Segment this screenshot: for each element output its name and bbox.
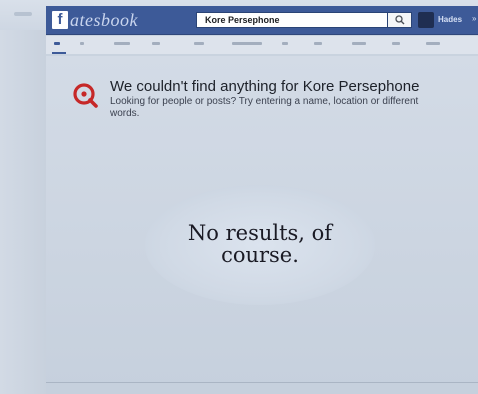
caption-line-2: course. xyxy=(221,243,299,267)
search-filter-tabs xyxy=(46,36,478,54)
tab-events[interactable] xyxy=(426,42,440,45)
search-icon xyxy=(394,15,404,25)
browser-tab[interactable] xyxy=(14,12,32,16)
logo-text: atesbook xyxy=(70,9,138,30)
tab-videos[interactable] xyxy=(194,42,204,45)
search-magnifier-icon xyxy=(73,83,98,108)
search-button[interactable] xyxy=(388,12,412,28)
top-navigation-bar: f atesbook Kore Persephone Hades » xyxy=(46,6,478,34)
active-tab-indicator xyxy=(52,52,66,54)
tab-places[interactable] xyxy=(314,42,322,45)
tab-posts[interactable] xyxy=(80,42,84,45)
site-logo[interactable]: f atesbook xyxy=(52,9,138,31)
avatar[interactable] xyxy=(418,12,434,28)
cartoon-caption: No results, of course. xyxy=(150,222,370,266)
browser-window-edge xyxy=(0,0,46,394)
profile-name-link[interactable]: Hades xyxy=(438,15,462,24)
tab-groups[interactable] xyxy=(352,42,366,45)
header-more-link[interactable]: » xyxy=(472,14,476,23)
tab-people[interactable] xyxy=(114,42,130,45)
tab-photos[interactable] xyxy=(152,42,160,45)
page-bottom-divider xyxy=(46,382,478,383)
tab-pages[interactable] xyxy=(282,42,288,45)
no-results-suggestion: Looking for people or posts? Try enterin… xyxy=(110,96,419,119)
tab-all[interactable] xyxy=(54,42,60,45)
search-input[interactable]: Kore Persephone xyxy=(196,12,388,28)
no-results-headline: We couldn't find anything for Kore Perse… xyxy=(110,78,420,95)
logo-mark: f xyxy=(52,11,68,29)
tab-apps[interactable] xyxy=(392,42,400,45)
caption-line-1: No results, of xyxy=(187,221,333,245)
tab-marketplace[interactable] xyxy=(232,42,262,45)
